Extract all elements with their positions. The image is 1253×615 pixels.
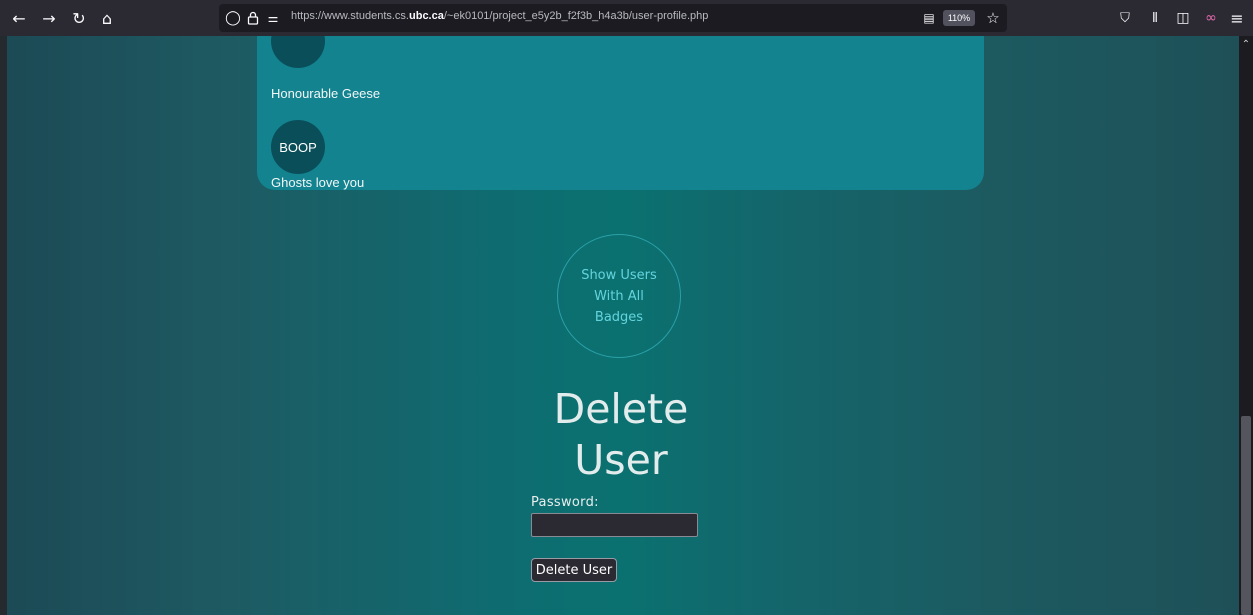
- reload-icon[interactable]: ↻: [66, 5, 92, 31]
- back-arrow-icon[interactable]: ←: [6, 5, 32, 31]
- menu-icon[interactable]: ≡: [1224, 5, 1250, 31]
- zoom-level-badge[interactable]: 110%: [943, 10, 975, 26]
- url-prefix: https://www.students.cs.: [291, 10, 409, 22]
- delete-user-button[interactable]: Delete User: [531, 558, 617, 582]
- page-content: Honourable Geese BOOP Ghosts love you Sh…: [7, 36, 1239, 615]
- vertical-scrollbar[interactable]: ⌃: [1239, 36, 1253, 615]
- reader-view-icon[interactable]: ▤: [919, 7, 939, 29]
- badges-card: Honourable Geese BOOP Ghosts love you: [257, 36, 984, 190]
- url-domain: ubc.ca: [409, 10, 444, 22]
- scroll-up-arrow-icon[interactable]: ⌃: [1239, 36, 1253, 52]
- badge-icon-honourable-geese: [271, 36, 325, 68]
- extension-icon[interactable]: ∞: [1198, 5, 1224, 31]
- password-label: Password:: [531, 495, 599, 510]
- lock-icon[interactable]: [243, 7, 263, 29]
- shield-icon[interactable]: ◯: [223, 7, 243, 29]
- url-bar[interactable]: ◯ ⚌ https://www.students.cs.ubc.ca/~ek01…: [219, 4, 1007, 32]
- library-icon[interactable]: ⫴: [1142, 5, 1168, 31]
- pocket-icon[interactable]: ⛉: [1112, 5, 1138, 31]
- url-text[interactable]: https://www.students.cs.ubc.ca/~ek0101/p…: [291, 10, 708, 22]
- home-icon[interactable]: ⌂: [94, 5, 120, 31]
- scroll-thumb[interactable]: [1241, 416, 1251, 615]
- password-input[interactable]: [531, 513, 698, 537]
- browser-toolbar: ← → ↻ ⌂ ◯ ⚌ https://www.students.cs.ubc.…: [0, 0, 1253, 36]
- lock-glyph: [247, 11, 259, 25]
- delete-user-heading: Delete User: [7, 384, 1235, 486]
- sidebar-icon[interactable]: ◫: [1170, 5, 1196, 31]
- forward-arrow-icon[interactable]: →: [36, 5, 62, 31]
- show-users-with-all-badges-button[interactable]: Show Users With All Badges: [557, 234, 681, 358]
- url-path: /~ek0101/project_e5y2b_f2f3b_h4a3b/user-…: [443, 10, 709, 22]
- badge-label-ghosts-love-you: Ghosts love you: [271, 175, 365, 190]
- badge-icon-boop: BOOP: [271, 120, 325, 174]
- permissions-icon[interactable]: ⚌: [263, 7, 283, 29]
- bookmark-star-icon[interactable]: ☆: [983, 7, 1003, 29]
- window-left-edge: [0, 36, 7, 615]
- badge-label-honourable-geese: Honourable Geese: [271, 86, 381, 101]
- delete-user-heading-text: Delete User: [553, 385, 689, 484]
